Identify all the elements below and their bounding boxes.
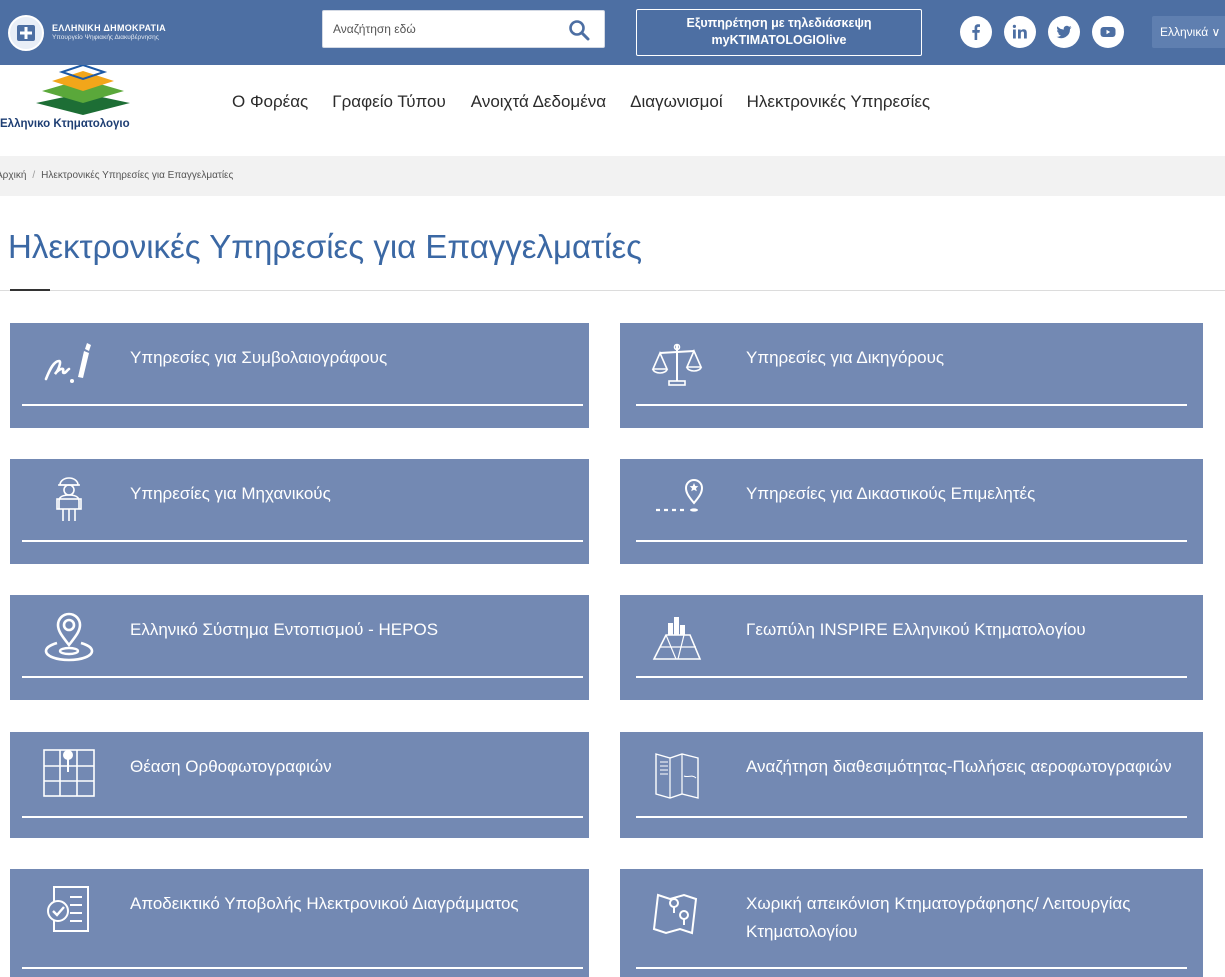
nav-item-e-services[interactable]: Ηλεκτρονικές Υπηρεσίες — [747, 92, 930, 112]
card-label: Γεωπύλη INSPIRE Ελληνικού Κτηματολογίου — [746, 620, 1086, 639]
government-text: ΕΛΛΗΝΙΚΗ ΔΗΜΟΚΡΑΤΙΑ Υπουργείο Ψηφιακής Δ… — [52, 23, 166, 42]
card-bailiffs[interactable]: Υπηρεσίες για Δικαστικούς Επιμελητές — [620, 459, 1203, 564]
card-label: Υπηρεσίες για Δικαστικούς Επιμελητές — [746, 484, 1036, 503]
breadcrumb-separator: / — [32, 170, 36, 181]
card-underline — [636, 967, 1187, 969]
engineer-icon — [56, 477, 82, 521]
youtube-icon[interactable] — [1092, 16, 1124, 48]
location-pin-icon — [44, 612, 94, 662]
language-selector[interactable]: Ελληνικά ∨ — [1152, 16, 1225, 48]
breadcrumb-home[interactable]: Αρχική — [0, 170, 26, 181]
breadcrumb-current: Ηλεκτρονικές Υπηρεσίες για Επαγγελματίες — [41, 170, 234, 181]
card-underline — [636, 676, 1187, 678]
nav-item-press-office[interactable]: Γραφείο Τύπου — [332, 92, 446, 112]
greek-seal-icon — [8, 15, 44, 51]
video-call-line-2: myKTIMATOLOGIOlive — [711, 33, 847, 47]
card-underline — [636, 816, 1187, 818]
card-label: Ελληνικό Σύστημα Εντοπισμού - HEPOS — [130, 620, 439, 639]
title-accent-line — [10, 289, 50, 291]
nav-item-open-data[interactable]: Ανοιχτά Δεδομένα — [471, 92, 606, 112]
card-label: Αναζήτηση διαθεσιμότητας-Πωλήσεις αεροφω… — [746, 757, 1172, 776]
main-nav: Ο Φορέας Γραφείο Τύπου Ανοιχτά Δεδομένα … — [232, 92, 954, 112]
card-underline — [22, 540, 583, 542]
grid-map-pin-icon — [43, 749, 95, 797]
card-notaries[interactable]: Υπηρεσίες για Συμβολαιογράφους — [10, 323, 589, 428]
twitter-icon[interactable] — [1048, 16, 1080, 48]
government-branding[interactable]: ΕΛΛΗΝΙΚΗ ΔΗΜΟΚΡΑΤΙΑ Υπουργείο Ψηφιακής Δ… — [8, 15, 166, 51]
breadcrumb: Αρχική / Ηλεκτρονικές Υπηρεσίες για Επαγγε… — [0, 156, 1225, 196]
card-underline — [636, 404, 1187, 406]
scales-icon — [651, 343, 703, 386]
card-label: Υπηρεσίες για Συμβολαιογράφους — [130, 348, 388, 367]
card-lawyers[interactable]: Υπηρεσίες για Δικηγόρους — [620, 323, 1203, 428]
facebook-icon[interactable] — [960, 16, 992, 48]
title-divider — [0, 290, 1225, 291]
social-links — [960, 16, 1124, 48]
logo-text: Ελληνικο Κτηματολογιο — [0, 118, 130, 130]
card-label: Θέαση Ορθοφωτογραφιών — [130, 757, 332, 776]
signature-pen-icon — [44, 343, 91, 383]
card-orthophotos[interactable]: Θέαση Ορθοφωτογραφιών — [10, 732, 589, 838]
search-box — [322, 10, 605, 48]
card-underline — [22, 676, 583, 678]
card-underline — [22, 816, 583, 818]
card-engineers[interactable]: Υπηρεσίες για Μηχανικούς — [10, 459, 589, 564]
card-label: Χωρική απεικόνιση Κτηματογράφησης/ Λειτο… — [746, 894, 1131, 941]
card-underline — [636, 540, 1187, 542]
search-input[interactable] — [333, 11, 553, 47]
card-underline — [22, 404, 583, 406]
video-call-service-button[interactable]: Εξυπηρέτηση με τηλεδιάσκεψη myKTIMATOLOG… — [636, 9, 922, 56]
government-title: ΕΛΛΗΝΙΚΗ ΔΗΜΟΚΡΑΤΙΑ — [52, 23, 166, 34]
video-call-line-1: Εξυπηρέτηση με τηλεδιάσκεψη — [686, 16, 872, 30]
folded-map-icon — [655, 753, 699, 799]
location-pin-path-icon — [656, 479, 704, 512]
linkedin-icon[interactable] — [1004, 16, 1036, 48]
card-label: Υπηρεσίες για Μηχανικούς — [130, 484, 331, 503]
card-aerial-photos[interactable]: Αναζήτηση διαθεσιμότητας-Πωλήσεις αεροφω… — [620, 732, 1203, 838]
card-underline — [22, 967, 583, 969]
card-electronic-diagram-receipt[interactable]: Αποδεικτικό Υποβολής Ηλεκτρονικού Διαγρά… — [10, 869, 589, 977]
search-icon[interactable] — [568, 19, 590, 41]
card-spatial-depiction[interactable]: Χωρική απεικόνιση Κτηματογράφησης/ Λειτο… — [620, 869, 1203, 977]
card-label: Αποδεικτικό Υποβολής Ηλεκτρονικού Διαγρά… — [130, 894, 519, 913]
checklist-document-icon — [47, 886, 89, 932]
government-subtitle: Υπουργείο Ψηφιακής Διακυβέρνησης — [52, 34, 159, 42]
map-pins-icon — [652, 893, 698, 935]
ktimatologio-logo[interactable]: Ελληνικο Κτηματολογιο — [0, 65, 200, 145]
logo-emblem-icon — [36, 65, 130, 115]
nav-item-organization[interactable]: Ο Φορέας — [232, 92, 308, 112]
page-title: Ηλεκτρονικές Υπηρεσίες για Επαγγελματίες — [8, 228, 643, 265]
top-bar: ΕΛΛΗΝΙΚΗ ΔΗΜΟΚΡΑΤΙΑ Υπουργείο Ψηφιακής Δ… — [0, 0, 1225, 65]
card-inspire-geoportal[interactable]: Γεωπύλη INSPIRE Ελληνικού Κτηματολογίου — [620, 595, 1203, 700]
card-label: Υπηρεσίες για Δικηγόρους — [746, 348, 945, 367]
nav-item-tenders[interactable]: Διαγωνισμοί — [630, 92, 723, 112]
card-hepos[interactable]: Ελληνικό Σύστημα Εντοπισμού - HEPOS — [10, 595, 589, 700]
city-map-icon — [652, 617, 702, 660]
